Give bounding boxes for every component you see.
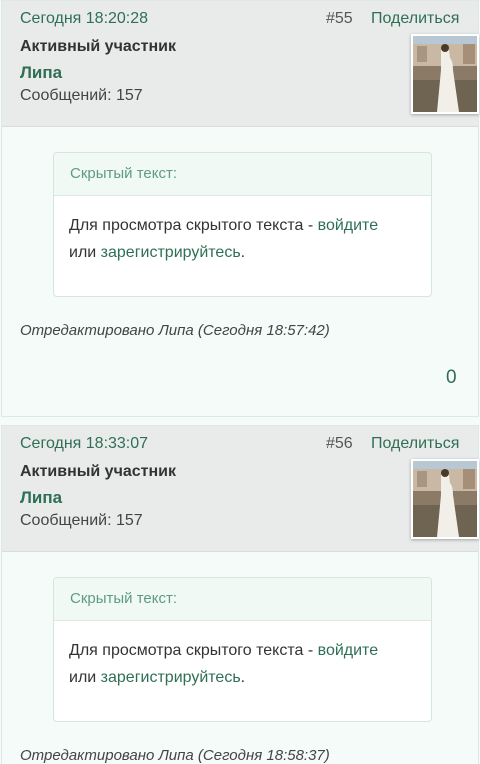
user-role: Активный участник [20,38,177,55]
hidden-text-box: Скрытый текст: Для просмотра скрытого те… [53,577,432,722]
hidden-text-middle: или [69,669,101,686]
hidden-text-header: Скрытый текст: [54,578,431,621]
message-count: Сообщений: 157 [20,512,143,529]
hidden-text-suffix: . [240,669,246,686]
hidden-text-middle: или [69,244,101,261]
post-date[interactable]: Сегодня 18:20:28 [20,10,148,28]
hidden-text-header: Скрытый текст: [54,153,431,196]
post-number[interactable]: #55 [326,10,353,28]
forum-post: Сегодня 18:33:07 #56 Поделиться Активный… [1,425,479,764]
register-link[interactable]: зарегистрируйтесь [101,669,241,686]
hidden-text-body: Для просмотра скрытого текста - войдите … [54,196,431,266]
avatar-image [413,36,477,112]
reaction-count[interactable]: 0 [446,367,457,389]
message-count: Сообщений: 157 [20,87,143,104]
share-button[interactable]: Поделиться [371,10,459,28]
post-number[interactable]: #56 [326,435,353,453]
avatar[interactable] [411,459,479,539]
author-name[interactable]: Липа [20,488,62,508]
hidden-text-prefix: Для просмотра скрытого текста - [69,217,318,234]
hidden-text-prefix: Для просмотра скрытого текста - [69,642,318,659]
forum-post: Сегодня 18:20:28 #55 Поделиться Активный… [1,0,479,417]
post-header: Сегодня 18:33:07 #56 Поделиться Активный… [2,426,479,552]
login-link[interactable]: войдите [318,642,378,659]
hidden-text-box: Скрытый текст: Для просмотра скрытого те… [53,152,432,297]
avatar[interactable] [411,34,479,114]
login-link[interactable]: войдите [318,217,378,234]
hidden-text-body: Для просмотра скрытого текста - войдите … [54,621,431,691]
register-link[interactable]: зарегистрируйтесь [101,244,241,261]
author-name[interactable]: Липа [20,63,62,83]
edited-note: Отредактировано Липа (Сегодня 18:58:37) [20,747,330,764]
post-date[interactable]: Сегодня 18:33:07 [20,435,148,453]
avatar-image [413,461,477,537]
edited-note: Отредактировано Липа (Сегодня 18:57:42) [20,322,330,339]
share-button[interactable]: Поделиться [371,435,459,453]
user-role: Активный участник [20,463,177,480]
hidden-text-suffix: . [240,244,246,261]
post-header: Сегодня 18:20:28 #55 Поделиться Активный… [2,1,479,127]
